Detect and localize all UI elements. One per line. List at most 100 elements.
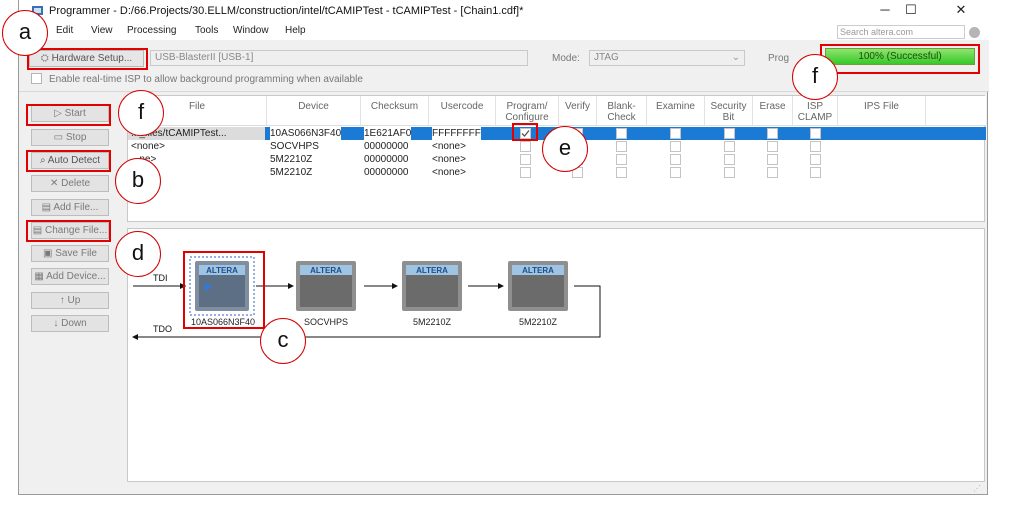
chip-logo: ALTERA: [310, 266, 342, 275]
col-examine[interactable]: Examine: [647, 96, 705, 126]
blank-check-checkbox[interactable]: [616, 128, 627, 139]
program-checkbox[interactable]: [520, 141, 531, 152]
row-checksum: 00000000: [364, 154, 409, 165]
chip-icon[interactable]: ALTERA: [508, 261, 568, 311]
maximize-button[interactable]: ☐: [891, 2, 931, 20]
row-checksum: 00000000: [364, 167, 409, 178]
search-icon[interactable]: [969, 27, 980, 38]
save-file-button[interactable]: ▣ Save File: [31, 245, 109, 262]
isp-clamp-checkbox[interactable]: [810, 128, 821, 139]
col-isp-clamp[interactable]: ISP CLAMP: [793, 96, 838, 126]
chip-label: 5M2210Z: [412, 317, 452, 327]
security-bit-checkbox[interactable]: [724, 128, 735, 139]
chip-logo: ALTERA: [416, 266, 448, 275]
blank-check-checkbox[interactable]: [616, 141, 627, 152]
close-button[interactable]: ✕: [941, 2, 981, 20]
col-ips-file[interactable]: IPS File: [838, 96, 926, 126]
chevron-down-icon: ⌄: [731, 52, 740, 63]
chip-icon[interactable]: ALTERA: [402, 261, 462, 311]
up-button[interactable]: ↑ Up: [31, 292, 109, 309]
col-blank-check[interactable]: Blank- Check: [597, 96, 647, 126]
program-checkbox[interactable]: [520, 154, 531, 165]
annotation-box-hardware: [27, 48, 148, 70]
examine-checkbox[interactable]: [670, 141, 681, 152]
security-bit-checkbox[interactable]: [724, 167, 735, 178]
stop-button[interactable]: ▭ Stop: [31, 129, 109, 146]
down-label: Down: [61, 318, 87, 329]
add-device-button[interactable]: ▦ Add Device...: [31, 268, 109, 285]
col-security-bit[interactable]: Security Bit: [705, 96, 753, 126]
annotation-box-chip: [183, 251, 265, 329]
security-bit-checkbox[interactable]: [724, 141, 735, 152]
row-usercode: <none>: [432, 154, 466, 165]
row-usercode: <none>: [432, 167, 466, 178]
annotation-label-b: b: [115, 158, 161, 204]
menu-processing[interactable]: Processing: [127, 25, 176, 36]
add-file-button[interactable]: ▤ Add File...: [31, 199, 109, 216]
down-button[interactable]: ↓ Down: [31, 315, 109, 332]
col-usercode[interactable]: Usercode: [429, 96, 496, 126]
tdi-label: TDI: [153, 273, 168, 283]
annotation-label-a: a: [2, 10, 48, 56]
erase-checkbox[interactable]: [767, 154, 778, 165]
row-device: SOCVHPS: [270, 141, 319, 152]
mode-select[interactable]: JTAG ⌄: [589, 50, 745, 66]
chip-icon[interactable]: ALTERA: [296, 261, 356, 311]
chain-arrow: [288, 283, 294, 289]
col-checksum[interactable]: Checksum: [361, 96, 429, 126]
annotation-box-progress: [820, 44, 980, 74]
isp-clamp-checkbox[interactable]: [810, 141, 821, 152]
erase-checkbox[interactable]: [767, 128, 778, 139]
menu-edit[interactable]: Edit: [56, 25, 73, 36]
row-checksum: 00000000: [364, 141, 409, 152]
chain-arrow: [392, 283, 398, 289]
blank-check-checkbox[interactable]: [616, 154, 627, 165]
window-title: Programmer - D:/66.Projects/30.ELLM/cons…: [49, 5, 524, 17]
table-header: File Device Checksum Usercode Program/ C…: [128, 96, 986, 126]
save-file-label: Save File: [55, 248, 97, 259]
chain-arrow: [498, 283, 504, 289]
mode-label: Mode:: [552, 53, 580, 64]
delete-label: Delete: [61, 178, 91, 189]
tdo-arrow: [132, 334, 138, 340]
examine-checkbox[interactable]: [670, 128, 681, 139]
isp-checkbox[interactable]: [31, 73, 42, 84]
isp-clamp-checkbox[interactable]: [810, 167, 821, 178]
programmer-window: Programmer - D:/66.Projects/30.ELLM/cons…: [18, 0, 989, 495]
menu-help[interactable]: Help: [285, 25, 306, 36]
col-verify[interactable]: Verify: [559, 96, 597, 126]
delete-button[interactable]: ✕ Delete: [31, 175, 109, 192]
progress-label: Prog: [768, 53, 790, 64]
col-device[interactable]: Device: [267, 96, 361, 126]
annotation-label-d: d: [115, 231, 161, 277]
security-bit-checkbox[interactable]: [724, 154, 735, 165]
annotation-box-change-file: [26, 220, 111, 242]
menu-view[interactable]: View: [91, 25, 113, 36]
erase-checkbox[interactable]: [767, 141, 778, 152]
erase-checkbox[interactable]: [767, 167, 778, 178]
annotation-box-checkbox: [512, 123, 538, 141]
isp-clamp-checkbox[interactable]: [810, 154, 821, 165]
examine-checkbox[interactable]: [670, 154, 681, 165]
add-file-label: Add File...: [53, 202, 99, 213]
hardware-field: USB-BlasterII [USB-1]: [150, 50, 528, 66]
isp-label: Enable real-time ISP to allow background…: [49, 74, 363, 85]
row-device: 10AS066N3F40: [270, 127, 342, 140]
program-checkbox[interactable]: [520, 167, 531, 178]
examine-checkbox[interactable]: [670, 167, 681, 178]
row-checksum: 1E621AF0: [364, 127, 412, 140]
annotation-label-c: c: [260, 318, 306, 364]
col-program[interactable]: Program/ Configure: [496, 96, 559, 126]
blank-check-checkbox[interactable]: [616, 167, 627, 178]
search-input[interactable]: Search altera.com: [837, 25, 965, 39]
mode-value: JTAG: [594, 52, 619, 63]
annotation-label-f: f: [118, 90, 164, 136]
title-bar: Programmer - D:/66.Projects/30.ELLM/cons…: [19, 0, 989, 22]
col-erase[interactable]: Erase: [753, 96, 793, 126]
tdo-label: TDO: [153, 324, 172, 334]
add-device-label: Add Device...: [46, 271, 106, 282]
menu-window[interactable]: Window: [233, 25, 269, 36]
annotation-box-auto-detect: [26, 150, 111, 172]
menu-tools[interactable]: Tools: [195, 25, 218, 36]
resize-grip-icon[interactable]: ⋰: [973, 484, 981, 493]
